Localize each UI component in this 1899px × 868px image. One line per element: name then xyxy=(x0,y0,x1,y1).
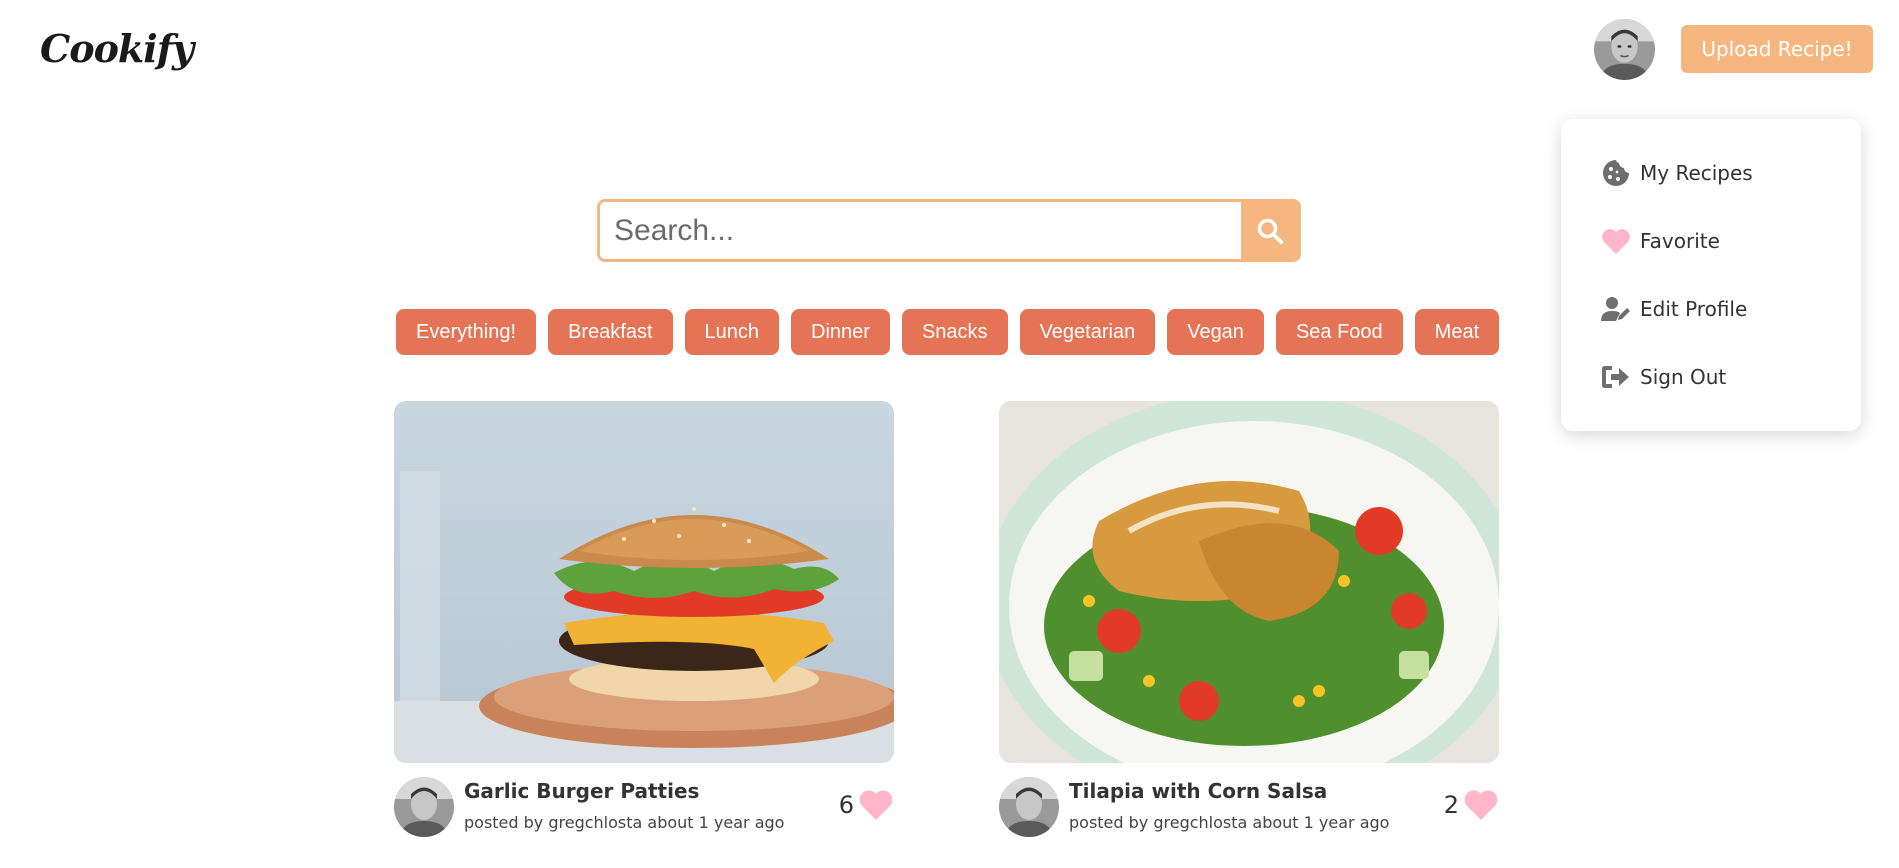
search-icon xyxy=(1257,218,1283,244)
page: Cookify Upload Recipe! My Recipes Favori… xyxy=(0,0,1899,868)
menu-item-label: Favorite xyxy=(1640,229,1720,253)
heart-icon[interactable] xyxy=(1463,789,1499,821)
menu-item-sign-out[interactable]: Sign Out xyxy=(1601,359,1726,395)
category-lunch[interactable]: Lunch xyxy=(684,309,780,355)
menu-item-label: Sign Out xyxy=(1640,365,1727,389)
menu-item-label: My Recipes xyxy=(1640,161,1753,185)
category-vegan[interactable]: Vegan xyxy=(1167,309,1264,355)
recipe-likes: 2 xyxy=(1444,789,1499,821)
user-dropdown-menu: My Recipes Favorite Edit Profile Sign Ou… xyxy=(1561,119,1861,431)
category-snacks[interactable]: Snacks xyxy=(901,309,1008,355)
avatar-icon xyxy=(394,777,454,837)
recipe-card: Tilapia with Corn Salsa posted by gregch… xyxy=(999,401,1499,847)
recipe-card-footer: Tilapia with Corn Salsa posted by gregch… xyxy=(999,777,1499,847)
upload-recipe-button[interactable]: Upload Recipe! xyxy=(1681,25,1873,73)
search-button[interactable] xyxy=(1241,202,1298,259)
like-count: 2 xyxy=(1443,791,1459,819)
menu-item-label: Edit Profile xyxy=(1640,297,1748,321)
user-avatar[interactable] xyxy=(1594,19,1655,80)
category-breakfast[interactable]: Breakfast xyxy=(548,309,673,355)
avatar-icon xyxy=(999,777,1059,837)
heart-icon xyxy=(1601,226,1631,256)
menu-item-edit-profile[interactable]: Edit Profile xyxy=(1601,291,1747,327)
category-vegetarian[interactable]: Vegetarian xyxy=(1019,309,1156,355)
category-dinner[interactable]: Dinner xyxy=(791,309,890,355)
recipe-likes: 6 xyxy=(839,789,894,821)
cookie-icon xyxy=(1601,158,1631,188)
like-count: 6 xyxy=(838,791,854,819)
recipe-meta: posted by gregchlosta about 1 year ago xyxy=(1069,813,1390,832)
category-everything[interactable]: Everything! xyxy=(396,309,537,355)
avatar-icon xyxy=(1594,19,1655,80)
sign-out-icon xyxy=(1601,362,1631,392)
author-avatar[interactable] xyxy=(999,777,1059,837)
menu-item-my-recipes[interactable]: My Recipes xyxy=(1601,155,1753,191)
burger-image xyxy=(394,401,894,763)
recipe-title[interactable]: Garlic Burger Patties xyxy=(464,779,699,803)
recipe-meta: posted by gregchlosta about 1 year ago xyxy=(464,813,785,832)
recipe-image[interactable] xyxy=(394,401,894,763)
user-edit-icon xyxy=(1601,294,1631,324)
search-bar xyxy=(597,199,1301,262)
heart-icon[interactable] xyxy=(858,789,894,821)
recipe-title[interactable]: Tilapia with Corn Salsa xyxy=(1069,779,1327,803)
author-avatar[interactable] xyxy=(394,777,454,837)
menu-item-favorite[interactable]: Favorite xyxy=(1601,223,1720,259)
tilapia-image xyxy=(999,401,1499,763)
category-filters: Everything! Breakfast Lunch Dinner Snack… xyxy=(396,309,1500,355)
search-input[interactable] xyxy=(600,202,1241,259)
recipe-card: Garlic Burger Patties posted by gregchlo… xyxy=(394,401,894,847)
recipe-card-footer: Garlic Burger Patties posted by gregchlo… xyxy=(394,777,894,847)
category-meat[interactable]: Meat xyxy=(1414,309,1500,355)
app-logo[interactable]: Cookify xyxy=(40,26,194,71)
category-sea-food[interactable]: Sea Food xyxy=(1275,309,1403,355)
recipe-image[interactable] xyxy=(999,401,1499,763)
